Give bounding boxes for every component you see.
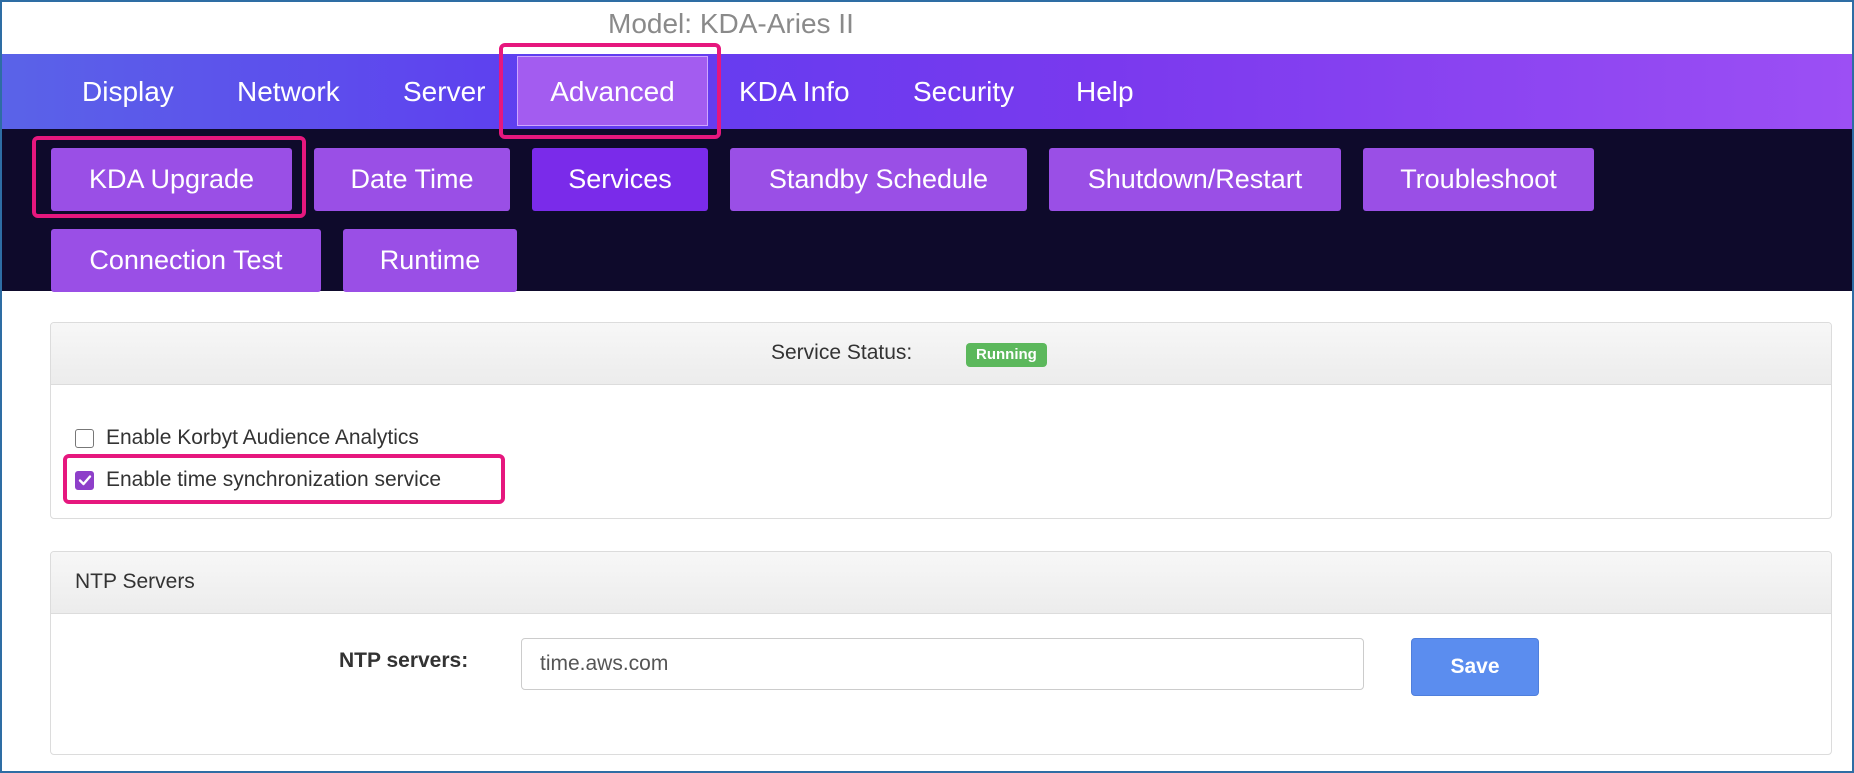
tab-network[interactable]: Network bbox=[237, 54, 340, 129]
service-status-label: Service Status: bbox=[771, 341, 913, 364]
time-sync-option[interactable]: Enable time synchronization service bbox=[75, 468, 441, 492]
tab-kda-info[interactable]: KDA Info bbox=[739, 54, 850, 129]
time-sync-option-label: Enable time synchronization service bbox=[106, 468, 441, 491]
services-panel-header: Service Status: Running bbox=[51, 323, 1831, 385]
tab-display[interactable]: Display bbox=[82, 54, 174, 129]
tab-advanced[interactable]: Advanced bbox=[517, 56, 708, 126]
ntp-servers-label: NTP servers: bbox=[339, 649, 469, 672]
model-title: Model: KDA-Aries II bbox=[608, 8, 854, 39]
ntp-panel-header: NTP Servers bbox=[51, 552, 1831, 614]
time-sync-checkbox[interactable] bbox=[75, 470, 94, 490]
status-badge: Running bbox=[966, 343, 1047, 367]
ntp-panel-title: NTP Servers bbox=[75, 570, 195, 593]
ntp-servers-input[interactable] bbox=[521, 638, 1364, 690]
top-navigation: Display Network Server Advanced KDA Info… bbox=[2, 54, 1852, 129]
kda-upgrade-button[interactable]: KDA Upgrade bbox=[51, 148, 292, 211]
standby-schedule-button[interactable]: Standby Schedule bbox=[730, 148, 1027, 211]
troubleshoot-button[interactable]: Troubleshoot bbox=[1363, 148, 1594, 211]
checkmark-icon bbox=[78, 475, 91, 486]
analytics-option-label: Enable Korbyt Audience Analytics bbox=[106, 426, 419, 449]
tab-help[interactable]: Help bbox=[1076, 54, 1134, 129]
services-button[interactable]: Services bbox=[532, 148, 708, 211]
connection-test-button[interactable]: Connection Test bbox=[51, 229, 321, 292]
tab-security[interactable]: Security bbox=[913, 54, 1014, 129]
browser-frame: Model: KDA-Aries II Display Network Serv… bbox=[0, 0, 1854, 773]
save-button[interactable]: Save bbox=[1411, 638, 1539, 696]
runtime-button[interactable]: Runtime bbox=[343, 229, 517, 292]
analytics-option[interactable]: Enable Korbyt Audience Analytics bbox=[75, 426, 419, 450]
tab-server[interactable]: Server bbox=[403, 54, 485, 129]
analytics-checkbox[interactable] bbox=[75, 428, 94, 448]
ntp-panel: NTP Servers NTP servers: Save bbox=[50, 551, 1832, 755]
sub-navigation: KDA Upgrade Date Time Services Standby S… bbox=[2, 129, 1852, 292]
services-panel: Service Status: Running Enable Korbyt Au… bbox=[50, 322, 1832, 519]
shutdown-restart-button[interactable]: Shutdown/Restart bbox=[1049, 148, 1341, 211]
date-time-button[interactable]: Date Time bbox=[314, 148, 510, 211]
